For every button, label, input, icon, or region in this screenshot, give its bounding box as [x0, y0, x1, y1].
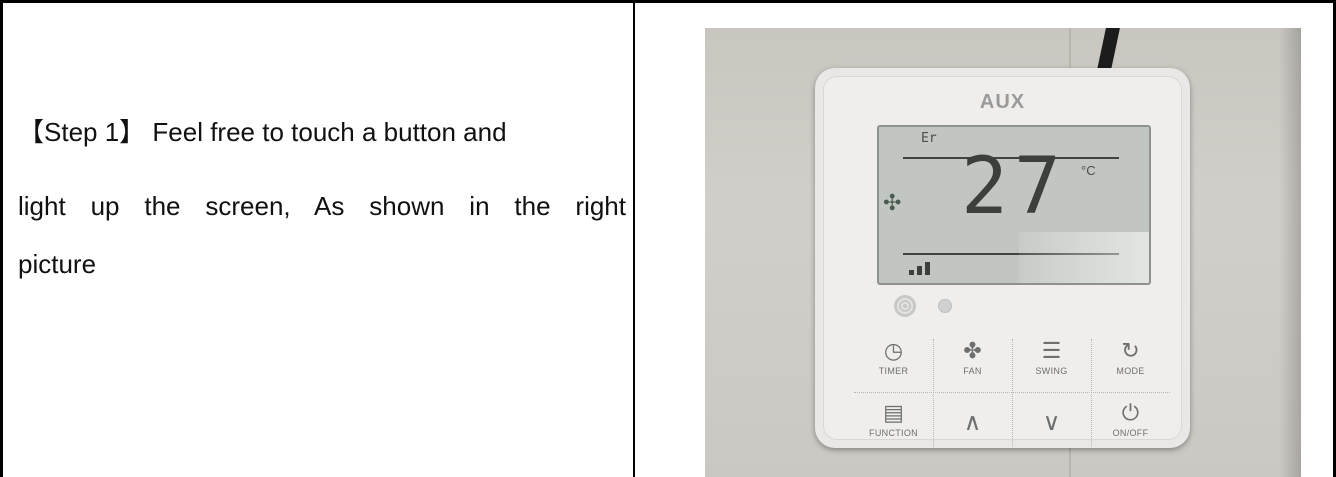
lcd-status-text: Er [921, 131, 937, 146]
mode-button[interactable]: ↻ MODE [1091, 331, 1170, 391]
controller-photo: AUX Er 27 °C ✣ ◷ TIMER ✤ FAN ☰ SWING ↻ M… [705, 28, 1301, 477]
thermostat-panel: AUX Er 27 °C ✣ ◷ TIMER ✤ FAN ☰ SWING ↻ M… [815, 68, 1190, 448]
screen-glare [1019, 232, 1149, 283]
thermostat-face: AUX Er 27 °C ✣ ◷ TIMER ✤ FAN ☰ SWING ↻ M… [823, 76, 1182, 447]
brand-logo: AUX [979, 91, 1026, 113]
table-column-divider [633, 0, 635, 477]
table-border-left [0, 0, 3, 477]
swing-button[interactable]: ☰ SWING [1012, 331, 1091, 391]
mode-cycle-icon: ↻ [1121, 338, 1140, 363]
power-icon: ⏻ [1121, 400, 1140, 425]
lcd-fan-icon: ✣ [883, 190, 902, 215]
step-text-line-3: picture [18, 249, 97, 279]
fan-speed-bar [925, 262, 930, 275]
lcd-fan-speed-bars [909, 261, 939, 275]
fan-button[interactable]: ✤ FAN [933, 331, 1012, 391]
sensor-grille [894, 295, 916, 317]
step-text-line-1: Feel free to touch a button and [152, 117, 507, 147]
lcd-unit: °C [1081, 163, 1096, 178]
lcd-screen: Er 27 °C ✣ [877, 125, 1151, 285]
power-button[interactable]: ⏻ ON/OFF [1091, 393, 1170, 453]
down-button[interactable]: ∨ [1012, 393, 1091, 453]
fan-label: FAN [963, 366, 982, 376]
fan-speed-bar [909, 270, 914, 275]
button-grid: ◷ TIMER ✤ FAN ☰ SWING ↻ MODE ▤ FUNCTION … [854, 331, 1170, 451]
function-button[interactable]: ▤ FUNCTION [854, 393, 933, 453]
instruction-table: 【Step 1】 Feel free to touch a button and… [0, 0, 1336, 477]
step-line-1: 【Step 1】 Feel free to touch a button and [18, 116, 507, 148]
menu-icon: ▤ [883, 400, 904, 425]
on-off-label: ON/OFF [1112, 428, 1149, 438]
lcd-temperature: 27 [961, 142, 1067, 232]
timer-button[interactable]: ◷ TIMER [854, 331, 933, 391]
up-button[interactable]: ∧ [933, 393, 1012, 453]
swing-label: SWING [1035, 366, 1068, 376]
table-border-top [0, 0, 1336, 3]
chevron-down-icon: ∨ [1042, 409, 1061, 436]
step-text-line-2: light up the screen, As shown in the rig… [18, 191, 626, 221]
photo-edge-shadow [1279, 28, 1301, 477]
fan-icon: ✤ [963, 338, 982, 363]
function-label: FUNCTION [869, 428, 918, 438]
clock-icon: ◷ [883, 338, 904, 363]
swing-icon: ☰ [1041, 338, 1062, 363]
status-led [938, 299, 952, 313]
step-marker: 【Step 1】 [18, 117, 146, 147]
fan-speed-bar [917, 266, 922, 275]
timer-label: TIMER [878, 366, 909, 376]
mode-label: MODE [1116, 366, 1145, 376]
chevron-up-icon: ∧ [963, 409, 982, 436]
